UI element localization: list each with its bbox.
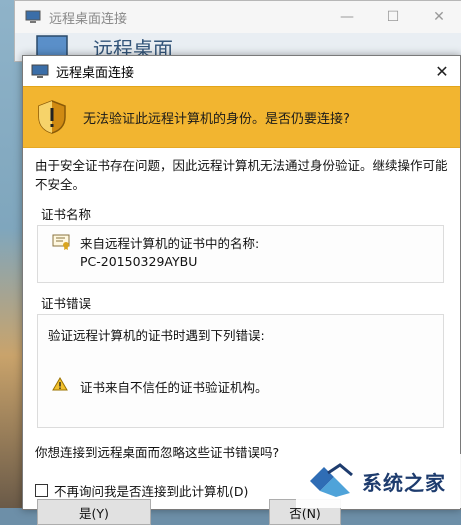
watermark-text: 系统之家 (362, 470, 446, 495)
shield-warning-icon (38, 100, 66, 134)
monitor-icon (31, 64, 49, 78)
background-window-titlebar: 远程桌面连接 — ☐ ✕ (15, 1, 461, 33)
close-button-background[interactable]: ✕ (416, 9, 461, 25)
yes-button[interactable]: 是(Y) (37, 499, 151, 525)
cert-group-title: 证书名称 (41, 207, 92, 222)
warning-triangle-icon (52, 377, 68, 391)
error-group-title: 证书错误 (41, 296, 92, 311)
certificate-warning-dialog: 远程桌面连接 ✕ 无法验证此远程计算机的身份。是否仍要连接? 由于安全证书存在问… (22, 55, 461, 525)
intro-text: 由于安全证书存在问题，因此远程计算机无法通过身份验证。继续操作可能不安全。 (35, 158, 448, 192)
dialog-title: 远程桌面连接 (56, 65, 135, 81)
close-icon[interactable]: ✕ (424, 56, 460, 86)
dialog-titlebar: 远程桌面连接 ✕ (23, 56, 460, 86)
certificate-icon (52, 234, 70, 250)
minimize-button[interactable]: — (324, 9, 370, 25)
dont-ask-label[interactable]: 不再询问我是否连接到此计算机(D) (54, 481, 248, 500)
cert-error-group: 验证远程计算机的证书时遇到下列错误: 证书来自不信任的证书验证机构。 (37, 314, 444, 428)
background-window-controls: — ☐ ✕ (324, 9, 461, 25)
cert-name-group: 来自远程计算机的证书中的名称: PC-20150329AYBU (37, 225, 444, 283)
warning-message: 无法验证此远程计算机的身份。是否仍要连接? (83, 111, 350, 127)
monitor-icon (25, 10, 41, 23)
cert-name-label: 来自远程计算机的证书中的名称: (80, 236, 260, 251)
background-window-title: 远程桌面连接 (49, 11, 128, 27)
cert-error-intro: 验证远程计算机的证书时遇到下列错误: (48, 328, 265, 343)
cert-error-item: 证书来自不信任的证书验证机构。 (80, 380, 268, 395)
cert-name-value: PC-20150329AYBU (80, 254, 198, 269)
watermark: 系统之家 (296, 454, 461, 508)
warning-banner: 无法验证此远程计算机的身份。是否仍要连接? (23, 86, 460, 148)
dont-ask-checkbox[interactable] (35, 484, 48, 497)
maximize-button[interactable]: ☐ (370, 9, 416, 25)
background-window: 远程桌面连接 — ☐ ✕ 远程桌面 (14, 0, 461, 62)
watermark-logo-icon (310, 463, 353, 497)
